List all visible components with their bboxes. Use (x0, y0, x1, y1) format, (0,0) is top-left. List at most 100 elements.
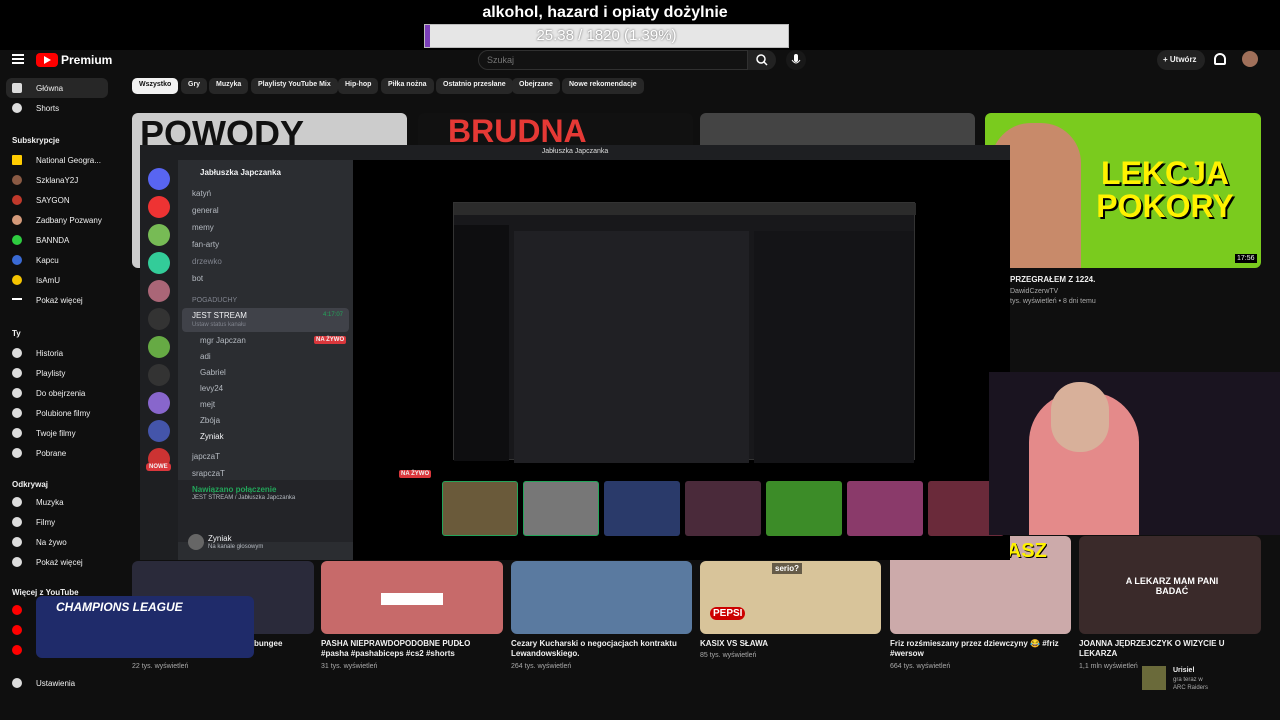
video-thumbnail[interactable]: A LEKARZ MAM PANI BADAĆ (1079, 536, 1261, 634)
overlay-title: alkohol, hazard i opiaty dożylnie (482, 4, 728, 21)
sidebar-sub[interactable]: SAYGON (6, 190, 108, 210)
voice-member[interactable]: Gabriel (200, 368, 226, 377)
server-icon[interactable] (148, 420, 170, 442)
subscriptions-heading[interactable]: Subskrypcje (12, 136, 60, 145)
chip-football[interactable]: Piłka nożna (381, 78, 434, 94)
participant-tile[interactable] (604, 481, 680, 536)
youtube-music-icon[interactable] (12, 625, 22, 635)
server-icon[interactable] (148, 196, 170, 218)
channel-item[interactable]: drzewko (192, 257, 222, 266)
you-heading[interactable]: Ty (12, 329, 21, 338)
sidebar-item-watch-later[interactable]: Do obejrzenia (6, 383, 108, 403)
chip-hiphop[interactable]: Hip-hop (338, 78, 379, 94)
sidebar-item-your-videos[interactable]: Twoje filmy (6, 423, 108, 443)
channel-item[interactable]: memy (192, 223, 214, 232)
video-title[interactable]: PRZEGRAŁEM Z 1224. (1010, 275, 1095, 285)
thumbnail-text: CHAMPIONS LEAGUE (56, 600, 183, 614)
youtube-kids-icon[interactable] (12, 645, 22, 655)
video-thumbnail[interactable]: serio? PEPSI (700, 561, 881, 634)
search-input[interactable] (478, 50, 748, 70)
sidebar-item-liked[interactable]: Polubione filmy (6, 403, 108, 423)
video-title[interactable]: Cezary Kucharski o negocjacjach kontrakt… (511, 639, 681, 659)
video-thumbnail[interactable] (321, 561, 503, 634)
connection-status[interactable]: Nawiązano połączenie (192, 485, 276, 494)
channel-item[interactable]: fan-arty (192, 240, 219, 249)
channel-item[interactable]: general (192, 206, 219, 215)
participant-tile[interactable] (442, 481, 518, 536)
youtube-logo-icon[interactable] (36, 53, 58, 67)
chip-all[interactable]: Wszystko (132, 78, 179, 94)
server-icon[interactable] (148, 252, 170, 274)
server-name[interactable]: Jabłuszka Japczanka (200, 168, 281, 177)
youtube-studio-icon[interactable] (12, 605, 22, 615)
chip-mix[interactable]: Playlisty YouTube Mix (251, 78, 338, 94)
shared-screen[interactable] (453, 202, 916, 463)
sidebar-sub[interactable]: SzklanaY2J (6, 170, 108, 190)
voice-member[interactable]: Zbója (200, 416, 220, 425)
chip-watched[interactable]: Obejrzane (512, 78, 560, 94)
server-icon[interactable] (148, 280, 170, 302)
category-label[interactable]: POGADUCHY (192, 297, 237, 304)
show-more-subs[interactable]: Pokaż więcej (6, 290, 108, 310)
sidebar-item-history[interactable]: Historia (6, 343, 108, 363)
server-icon[interactable] (148, 364, 170, 386)
sidebar-sub[interactable]: BANNDA (6, 230, 108, 250)
server-icon[interactable] (148, 392, 170, 414)
create-button[interactable]: + Utwórz (1157, 50, 1205, 70)
sidebar-sub[interactable]: IsAmU (6, 270, 108, 290)
sidebar-sub[interactable]: Zadbany Pozwany (6, 210, 108, 230)
participant-tile[interactable] (766, 481, 842, 536)
sidebar-item-music[interactable]: Muzyka (6, 492, 108, 512)
voice-member[interactable]: adi (200, 352, 211, 361)
mic-button[interactable] (786, 50, 806, 70)
voice-timer: 4:17:07 (323, 312, 344, 318)
playlist-icon (12, 368, 22, 378)
video-thumbnail[interactable] (511, 561, 692, 634)
voice-member[interactable]: mgr Japczan (200, 336, 246, 345)
channel-item[interactable]: bot (192, 274, 203, 283)
voice-status[interactable]: Ustaw status kanału (192, 322, 246, 328)
channel-item[interactable]: srapczaT (192, 469, 225, 478)
server-icon[interactable] (148, 336, 170, 358)
server-icon[interactable] (148, 168, 170, 190)
sidebar-item-shorts[interactable]: Shorts (6, 98, 108, 118)
video-title[interactable]: PASHA NIEPRAWDOPODOBNE PUDŁO #pasha #pas… (321, 639, 491, 659)
server-icon[interactable] (148, 224, 170, 246)
video-title[interactable]: bungee (254, 639, 282, 649)
chip-music[interactable]: Muzyka (209, 78, 249, 94)
server-icon[interactable] (148, 308, 170, 330)
sidebar-item-downloads[interactable]: Pobrane (6, 443, 108, 463)
chip-recent[interactable]: Ostatnio przesłane (436, 78, 513, 94)
video-title[interactable]: JOANNA JĘDRZEJCZYK O WIZYCIE U LEKARZA (1079, 639, 1229, 659)
sidebar-item-settings[interactable]: Ustawienia (6, 673, 108, 693)
video-thumbnail[interactable]: LEKCJA POKORY 17:56 (985, 113, 1261, 268)
video-title[interactable]: KASIX VS SŁAWA (700, 639, 870, 649)
voice-channel-name[interactable]: JEST STREAM (192, 311, 247, 320)
channel-name[interactable]: DawidCzerwTV (1010, 288, 1058, 295)
chip-new-recs[interactable]: Nowe rekomendacje (562, 78, 644, 94)
voice-member[interactable]: Zyniak (200, 432, 224, 441)
participant-tile[interactable] (523, 481, 599, 536)
bell-icon[interactable] (1214, 53, 1226, 65)
sidebar-sub[interactable]: National Geogra... (6, 150, 108, 170)
search-button[interactable] (748, 50, 776, 70)
chip-games[interactable]: Gry (181, 78, 208, 94)
voice-member[interactable]: levy24 (200, 384, 223, 393)
participant-tile[interactable] (847, 481, 923, 536)
show-more-explore[interactable]: Pokaż więcej (6, 552, 108, 572)
channel-item[interactable]: katyń (192, 189, 211, 198)
channel-item[interactable]: japczaT (192, 452, 220, 461)
sidebar-sub[interactable]: Kapcu (6, 250, 108, 270)
menu-icon[interactable] (12, 54, 24, 56)
voice-member[interactable]: mejt (200, 400, 215, 409)
sidebar-item-playlists[interactable]: Playlisty (6, 363, 108, 383)
friend-avatar[interactable] (1142, 666, 1166, 690)
video-title[interactable]: Friz rozśmieszany przez dziewczyny 😂 #fr… (890, 639, 1060, 659)
sidebar-item-live[interactable]: Na żywo (6, 532, 108, 552)
video-thumbnail[interactable]: CHAMPIONS LEAGUE (36, 596, 254, 658)
avatar[interactable] (1242, 51, 1258, 67)
participant-tile[interactable] (685, 481, 761, 536)
sidebar-item-home[interactable]: Główna (6, 78, 108, 98)
sidebar-item-movies[interactable]: Filmy (6, 512, 108, 532)
user-avatar[interactable] (188, 534, 204, 550)
